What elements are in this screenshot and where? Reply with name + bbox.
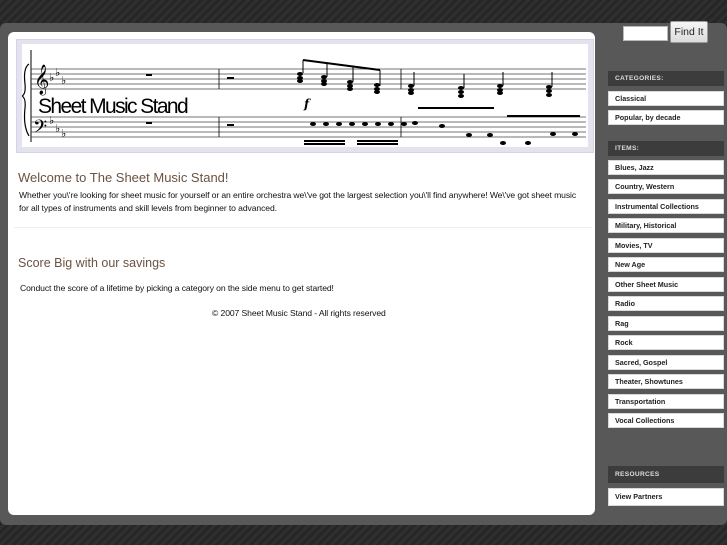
svg-text:♭: ♭ (49, 71, 54, 84)
site-logo-title: Sheet Music Stand (38, 95, 189, 118)
sidebar-item-rock[interactable]: Rock (608, 335, 724, 350)
banner-image: 𝄞 𝄢 ♭ ♭ ♭ ♭ ♭ ♭ f Sheet Music Stand (22, 44, 588, 147)
sidebar-item-instrumental-collections[interactable]: Instrumental Collections (608, 199, 724, 214)
sidebar-item-military-historical[interactable]: Military, Historical (608, 218, 724, 233)
sidebar-item-popular[interactable]: Popular, by decade (608, 110, 724, 125)
whole-rest (146, 122, 152, 124)
sidebar-item-blues-jazz[interactable]: Blues, Jazz (608, 160, 724, 175)
treble-clef-icon: 𝄞 (34, 64, 49, 96)
sidebar-item-country-western[interactable]: Country, Western (608, 179, 724, 194)
sidebar-item-view-partners[interactable]: View Partners (608, 488, 724, 506)
whole-rest (146, 74, 152, 76)
main-content: 𝄞 𝄢 ♭ ♭ ♭ ♭ ♭ ♭ f Sheet Music Stand Welc… (8, 32, 595, 515)
search-input[interactable] (623, 26, 668, 41)
svg-text:♭: ♭ (55, 66, 60, 79)
bass-notes (304, 107, 580, 145)
promo-text: Conduct the score of a lifetime by picki… (20, 283, 334, 293)
sidebar-item-classical[interactable]: Classical (608, 91, 724, 106)
welcome-text-line: Whether you\'re looking for sheet music … (19, 190, 577, 200)
bass-clef-icon: 𝄢 (33, 117, 47, 142)
brace-icon (22, 63, 30, 137)
find-it-button[interactable]: Find It (670, 21, 708, 43)
header-banner: 𝄞 𝄢 ♭ ♭ ♭ ♭ ♭ ♭ f Sheet Music Stand (16, 39, 594, 153)
sidebar-item-sacred-gospel[interactable]: Sacred, Gospel (608, 355, 724, 370)
resources-heading: RESOURCES (608, 466, 724, 483)
sidebar-item-vocal-collections[interactable]: Vocal Collections (608, 413, 724, 428)
copyright-footer: © 2007 Sheet Music Stand - All rights re… (212, 308, 386, 318)
half-rest (227, 124, 234, 126)
svg-text:♭: ♭ (61, 74, 66, 87)
sidebar-item-radio[interactable]: Radio (608, 296, 724, 311)
welcome-heading: Welcome to The Sheet Music Stand! (18, 170, 229, 185)
sidebar-item-movies-tv[interactable]: Movies, TV (608, 238, 724, 253)
categories-heading: CATEGORIES: (608, 71, 724, 86)
svg-text:♭: ♭ (55, 122, 60, 135)
bass-staff (31, 116, 586, 138)
svg-text:♭: ♭ (61, 127, 66, 140)
items-heading: ITEMS: (608, 141, 724, 156)
section-divider (14, 227, 592, 228)
sidebar-item-new-age[interactable]: New Age (608, 257, 724, 272)
sidebar-item-theater-showtunes[interactable]: Theater, Showtunes (608, 374, 724, 389)
sidebar-item-transportation[interactable]: Transportation (608, 394, 724, 409)
welcome-text-line: for all types of instruments and skill l… (19, 203, 277, 213)
forte-marking: f (303, 97, 311, 111)
sidebar-item-rag[interactable]: Rag (608, 316, 724, 331)
welcome-text: Whether you\'re looking for sheet music … (19, 189, 595, 215)
promo-heading: Score Big with our savings (18, 256, 166, 270)
sidebar-item-other-sheet-music[interactable]: Other Sheet Music (608, 277, 724, 292)
half-rest (227, 77, 234, 79)
